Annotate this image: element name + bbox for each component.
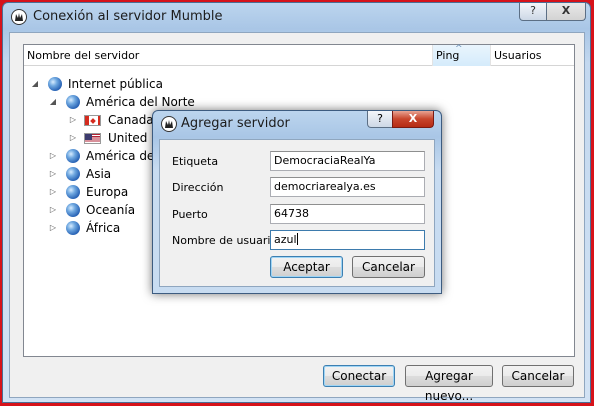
label-username: Nombre de usuario bbox=[172, 234, 278, 247]
expand-arrow-icon[interactable]: ▷ bbox=[48, 165, 58, 183]
add-new-button[interactable]: Agregar nuevo... bbox=[405, 365, 493, 403]
dialog-cancel-button[interactable]: Cancelar bbox=[352, 256, 425, 278]
flag-usa-icon bbox=[84, 133, 101, 144]
tree-item-label: Oceanía bbox=[86, 203, 136, 217]
globe-icon bbox=[66, 221, 80, 235]
label-direccion: Dirección bbox=[172, 181, 224, 194]
dialog-body: Etiqueta DemocraciaRealYa Dirección demo… bbox=[159, 139, 435, 287]
expand-arrow-icon[interactable]: ▷ bbox=[48, 183, 58, 201]
collapse-arrow-icon[interactable]: ◢ bbox=[48, 93, 58, 111]
tree-item-label: África bbox=[86, 221, 121, 235]
window-title: Conexión al servidor Mumble bbox=[33, 9, 223, 24]
mumble-app-icon bbox=[11, 9, 27, 25]
sort-ascending-icon: ^ bbox=[455, 44, 463, 54]
add-server-dialog: Agregar servidor ? X Etiqueta Democracia… bbox=[152, 110, 442, 294]
dialog-title: Agregar servidor bbox=[181, 116, 290, 131]
globe-icon bbox=[48, 77, 62, 91]
globe-icon bbox=[66, 203, 80, 217]
dialog-help-button[interactable]: ? bbox=[367, 111, 393, 128]
username-value: azul bbox=[274, 233, 297, 246]
column-header-ping[interactable]: ^ Ping bbox=[433, 44, 491, 66]
tree-header: Nombre del servidor ^ Ping Usuarios bbox=[24, 44, 576, 66]
globe-icon bbox=[66, 95, 80, 109]
tree-item-label: Canada bbox=[108, 113, 154, 127]
title-bar[interactable]: Conexión al servidor Mumble ? X bbox=[3, 3, 590, 31]
connect-button[interactable]: Conectar bbox=[323, 365, 395, 387]
accept-button[interactable]: Aceptar bbox=[270, 256, 343, 278]
mumble-app-icon bbox=[161, 116, 177, 132]
column-header-users[interactable]: Usuarios bbox=[491, 45, 576, 66]
tree-item-label: Asia bbox=[86, 167, 112, 181]
expand-arrow-icon[interactable]: ▷ bbox=[68, 129, 78, 147]
close-button[interactable]: X bbox=[546, 3, 586, 21]
help-button[interactable]: ? bbox=[519, 3, 547, 21]
globe-icon bbox=[66, 167, 80, 181]
flag-canada-icon bbox=[84, 115, 101, 126]
cancel-button[interactable]: Cancelar bbox=[502, 365, 574, 387]
expand-arrow-icon[interactable]: ▷ bbox=[48, 219, 58, 237]
username-field[interactable]: azul bbox=[270, 230, 425, 250]
port-field[interactable]: 64738 bbox=[270, 204, 425, 224]
label-etiqueta: Etiqueta bbox=[172, 155, 219, 168]
dialog-close-button[interactable]: X bbox=[392, 111, 434, 128]
expand-arrow-icon[interactable]: ▷ bbox=[48, 147, 58, 165]
globe-icon bbox=[66, 185, 80, 199]
address-field[interactable]: democriarealya.es bbox=[270, 177, 425, 197]
tree-item-label: América del Norte bbox=[86, 95, 195, 109]
expand-arrow-icon[interactable]: ▷ bbox=[48, 201, 58, 219]
text-caret bbox=[296, 233, 298, 245]
tree-item-label: Europa bbox=[86, 185, 129, 199]
collapse-arrow-icon[interactable]: ◢ bbox=[30, 75, 40, 93]
label-field[interactable]: DemocraciaRealYa bbox=[270, 151, 425, 171]
label-puerto: Puerto bbox=[172, 208, 208, 221]
tree-item-label: Internet pública bbox=[68, 77, 163, 91]
column-header-name[interactable]: Nombre del servidor bbox=[24, 45, 433, 66]
expand-arrow-icon[interactable]: ▷ bbox=[68, 111, 78, 129]
globe-icon bbox=[66, 149, 80, 163]
